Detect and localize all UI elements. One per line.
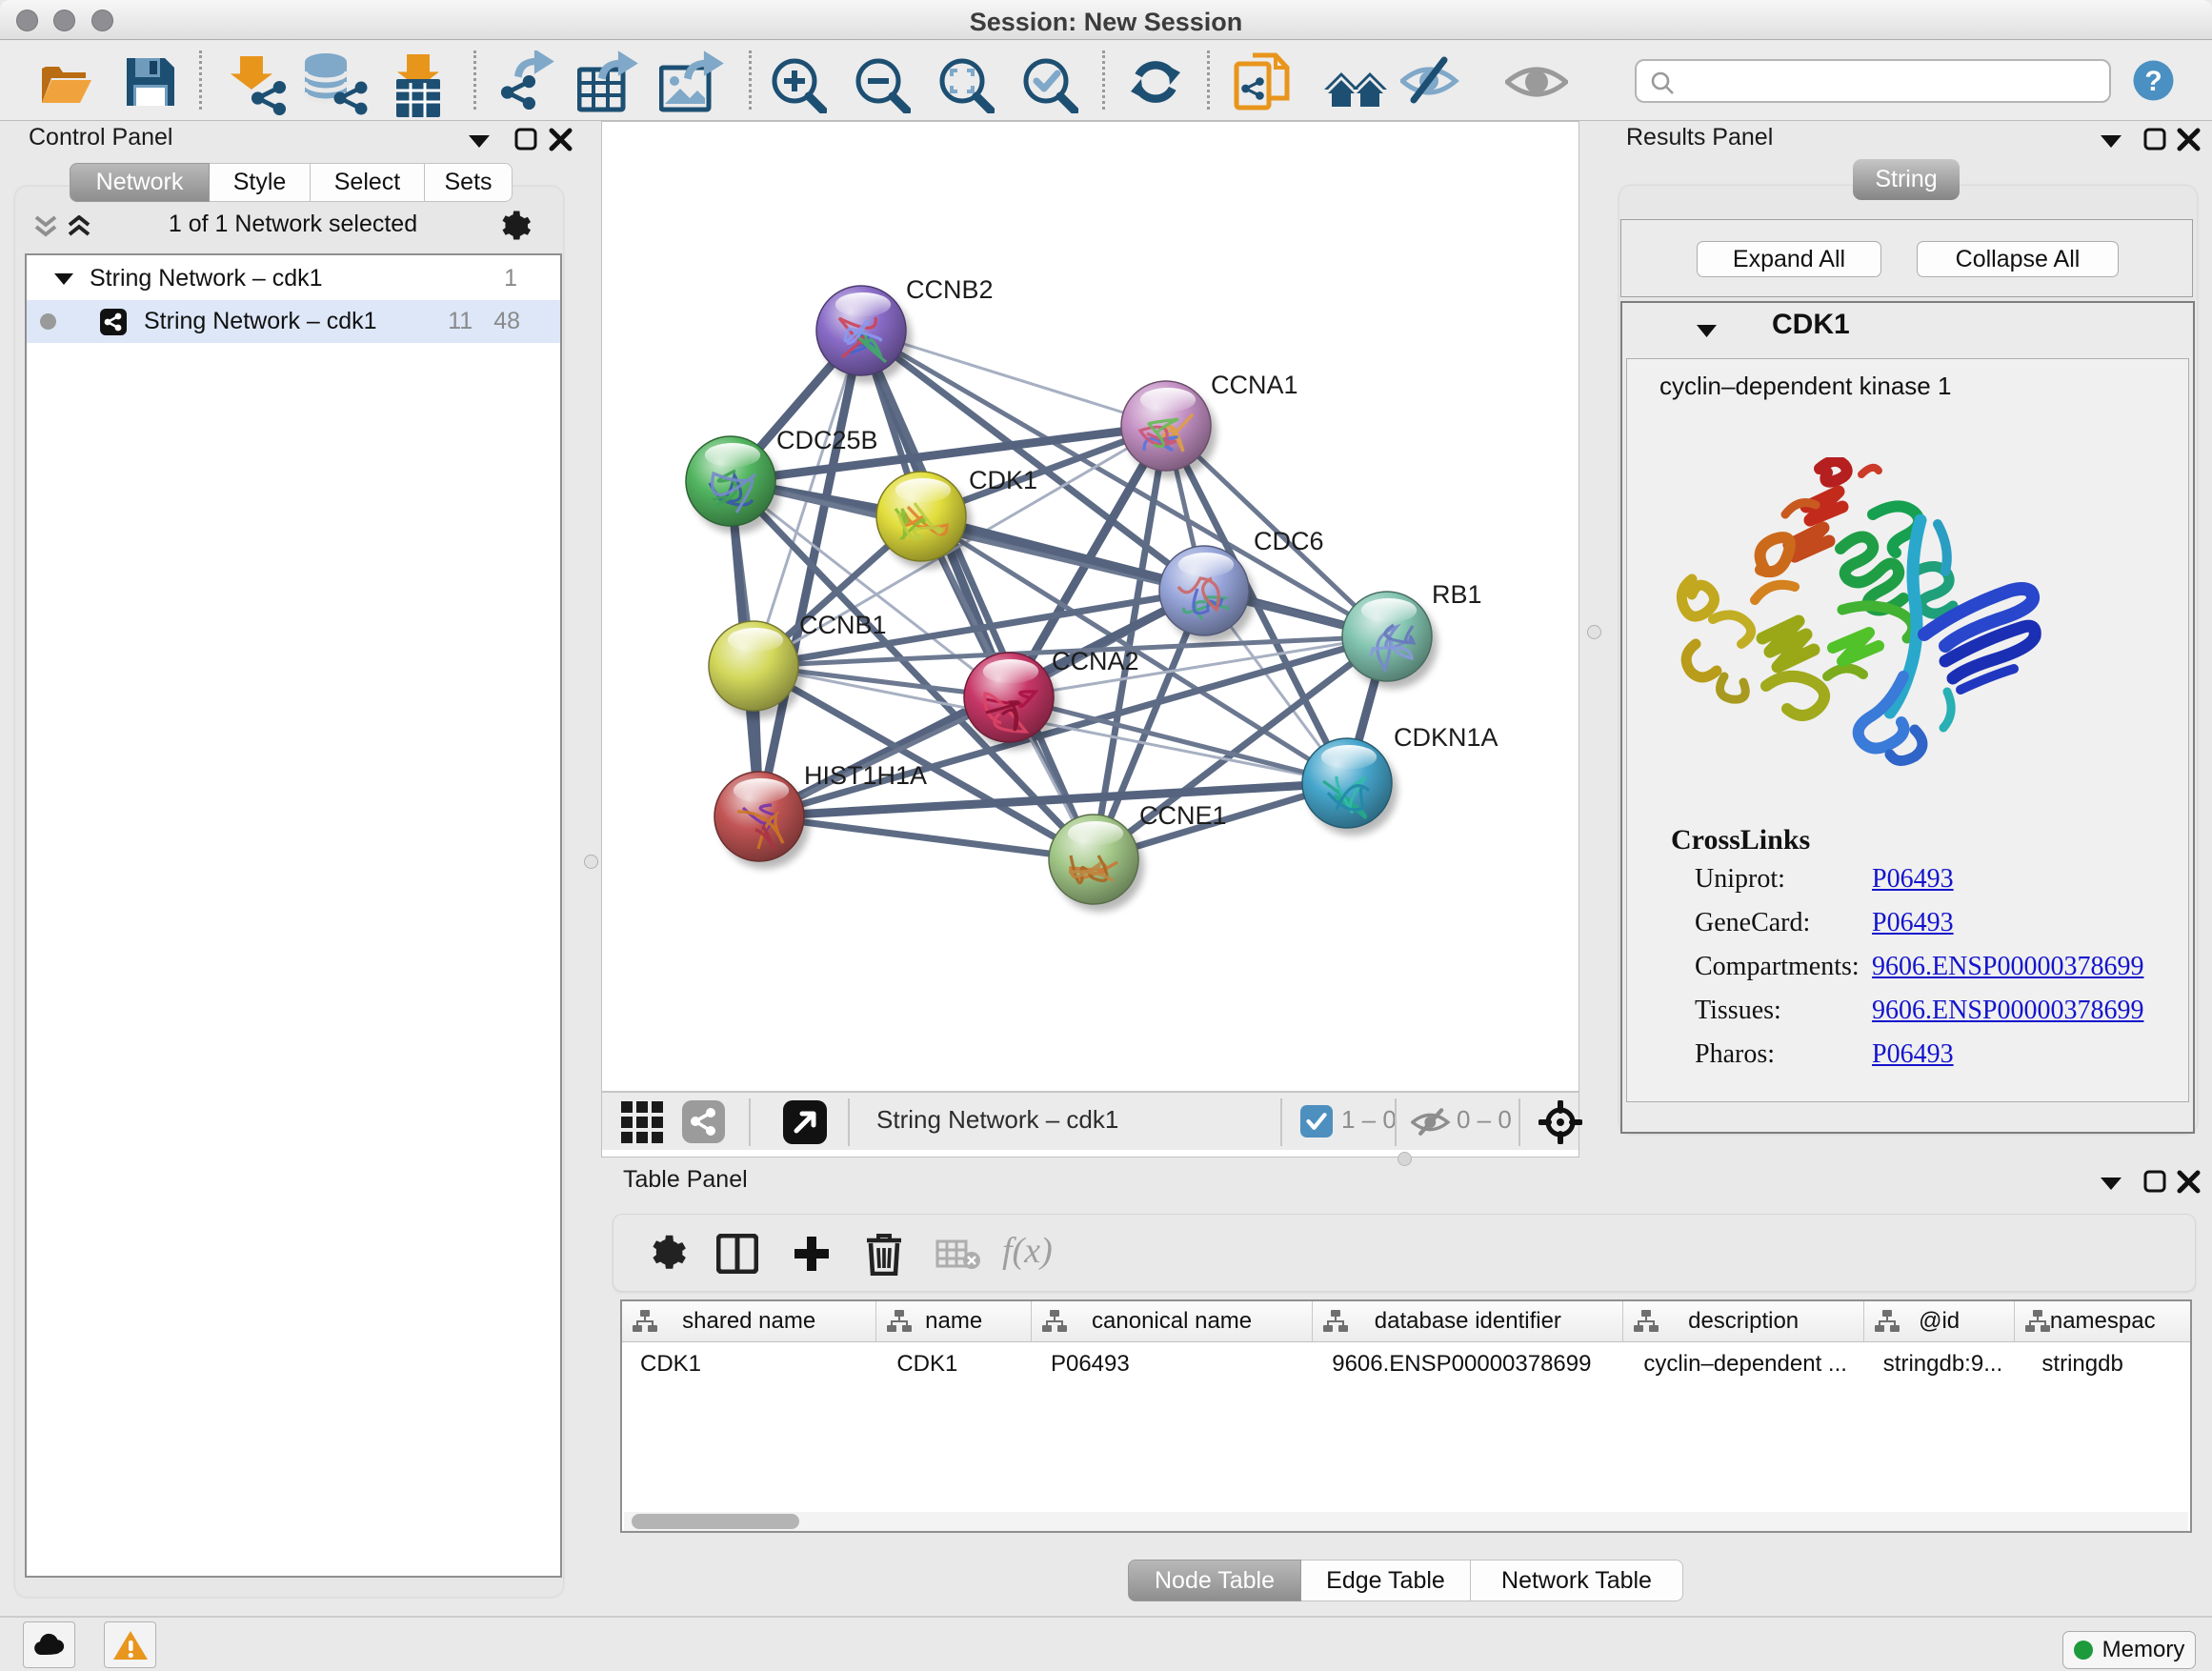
svg-text:CCNA1: CCNA1 (1211, 371, 1298, 399)
svg-text:?: ? (2144, 66, 2162, 97)
svg-text:RB1: RB1 (1432, 580, 1482, 609)
svg-text:CCNA2: CCNA2 (1052, 647, 1139, 675)
svg-text:CCNB2: CCNB2 (906, 275, 994, 304)
svg-text:CDC25B: CDC25B (776, 426, 878, 454)
svg-text:CDK1: CDK1 (969, 466, 1037, 494)
svg-text:CCNE1: CCNE1 (1139, 801, 1227, 830)
svg-text:CDKN1A: CDKN1A (1394, 723, 1498, 752)
svg-text:CDC6: CDC6 (1254, 527, 1324, 555)
svg-text:HIST1H1A: HIST1H1A (804, 761, 927, 790)
svg-text:CCNB1: CCNB1 (799, 611, 887, 639)
